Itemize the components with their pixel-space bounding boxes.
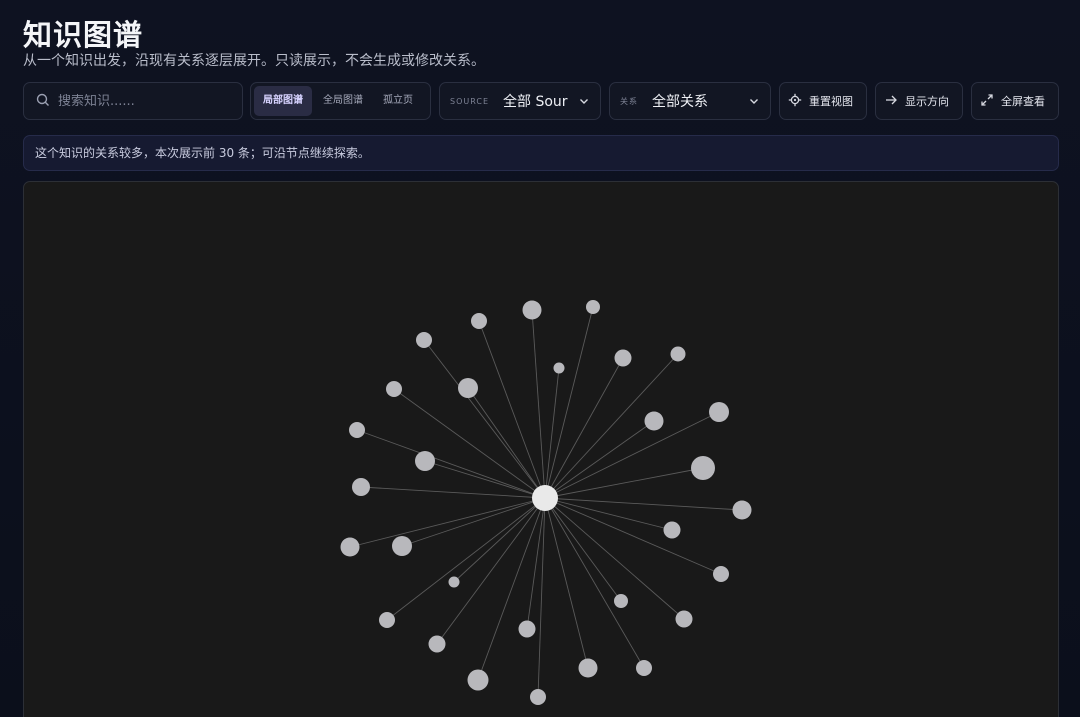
reset-view-button[interactable]: 重置视图: [779, 82, 867, 120]
notice-banner: 这个知识的关系较多，本次展示前 30 条；可沿节点继续探索。: [23, 135, 1059, 171]
relation-select[interactable]: 关系 全部关系: [609, 82, 771, 120]
graph-node[interactable]: [518, 620, 536, 638]
graph-node[interactable]: [691, 456, 715, 480]
graph-node[interactable]: [392, 536, 412, 556]
reset-view-label: 重置视图: [809, 94, 853, 108]
graph-edge: [544, 497, 622, 602]
graph-node[interactable]: [586, 300, 600, 314]
graph-node[interactable]: [644, 411, 664, 431]
source-select-value: 全部 Sour: [503, 94, 568, 110]
crosshair-icon: [788, 92, 802, 111]
show-direction-button[interactable]: 显示方向: [875, 82, 963, 120]
graph-node[interactable]: [709, 402, 729, 422]
graph-node[interactable]: [578, 658, 598, 678]
graph-edge: [393, 388, 546, 499]
graph-node[interactable]: [663, 521, 681, 539]
arrow-right-icon: [884, 92, 898, 111]
graph-edge: [453, 497, 546, 583]
graph-edge: [424, 460, 546, 499]
chevron-down-icon: [578, 92, 590, 111]
graph-node[interactable]: [636, 660, 652, 676]
graph-edge: [537, 497, 546, 698]
graph-node[interactable]: [448, 576, 460, 588]
graph-node[interactable]: [732, 500, 752, 520]
graph-node[interactable]: [340, 537, 360, 557]
graph-node[interactable]: [471, 313, 487, 329]
graph-node[interactable]: [428, 635, 446, 653]
graph-node[interactable]: [675, 610, 693, 628]
graph-edge: [401, 497, 546, 547]
graph-node[interactable]: [614, 594, 628, 608]
search-input[interactable]: [58, 93, 228, 109]
graph-node[interactable]: [458, 378, 478, 398]
relation-select-tag: 关系: [620, 96, 638, 106]
fullscreen-button[interactable]: 全屏查看: [971, 82, 1059, 120]
show-direction-label: 显示方向: [905, 94, 949, 108]
graph-edge: [544, 497, 589, 669]
graph-node[interactable]: [379, 612, 395, 628]
graph-edge: [544, 411, 720, 499]
graph-edge: [544, 497, 743, 511]
search-box[interactable]: [23, 82, 243, 120]
graph-svg: [340, 300, 752, 705]
graph-edge: [477, 497, 546, 681]
graph-edge: [544, 497, 645, 669]
graph-canvas[interactable]: [23, 181, 1059, 717]
graph-node[interactable]: [530, 689, 546, 705]
graph-node[interactable]: [415, 451, 435, 471]
graph-node[interactable]: [670, 346, 686, 362]
graph-edge: [544, 367, 560, 499]
graph-node[interactable]: [349, 422, 365, 438]
tab-global-graph[interactable]: 全局图谱: [314, 86, 372, 116]
tab-local-graph[interactable]: 局部图谱: [254, 86, 312, 116]
graph-node[interactable]: [522, 300, 542, 320]
graph-node[interactable]: [416, 332, 432, 348]
graph-edge: [360, 486, 546, 499]
graph-edge: [478, 320, 546, 499]
page-title: 知识图谱: [23, 18, 144, 52]
chevron-down-icon: [748, 92, 760, 111]
graph-node[interactable]: [553, 362, 565, 374]
source-select-tag: SOURCE: [450, 96, 490, 106]
page-subtitle: 从一个知识出发，沿现有关系逐层展开。只读展示，不会生成或修改关系。: [23, 53, 485, 69]
relation-select-value: 全部关系: [652, 94, 708, 110]
graph-edge: [423, 339, 546, 499]
graph-node[interactable]: [352, 478, 370, 496]
source-select[interactable]: SOURCE 全部 Sour: [439, 82, 601, 120]
view-mode-switch: 局部图谱 全局图谱 孤立页: [250, 82, 431, 120]
graph-edge: [531, 309, 546, 499]
graph-node[interactable]: [713, 566, 729, 582]
search-icon: [36, 92, 50, 111]
graph-center-node[interactable]: [532, 485, 558, 511]
graph-edge: [544, 497, 722, 575]
expand-icon: [980, 92, 994, 111]
graph-node[interactable]: [467, 669, 489, 691]
graph-node[interactable]: [386, 381, 402, 397]
graph-edge: [386, 497, 546, 621]
graph-node[interactable]: [614, 349, 632, 367]
graph-edge: [356, 429, 546, 499]
graph-edge: [349, 497, 546, 548]
fullscreen-label: 全屏查看: [1001, 94, 1045, 108]
graph-edge: [544, 357, 624, 499]
tab-orphan-pages[interactable]: 孤立页: [374, 86, 422, 116]
graph-edge: [467, 387, 546, 499]
